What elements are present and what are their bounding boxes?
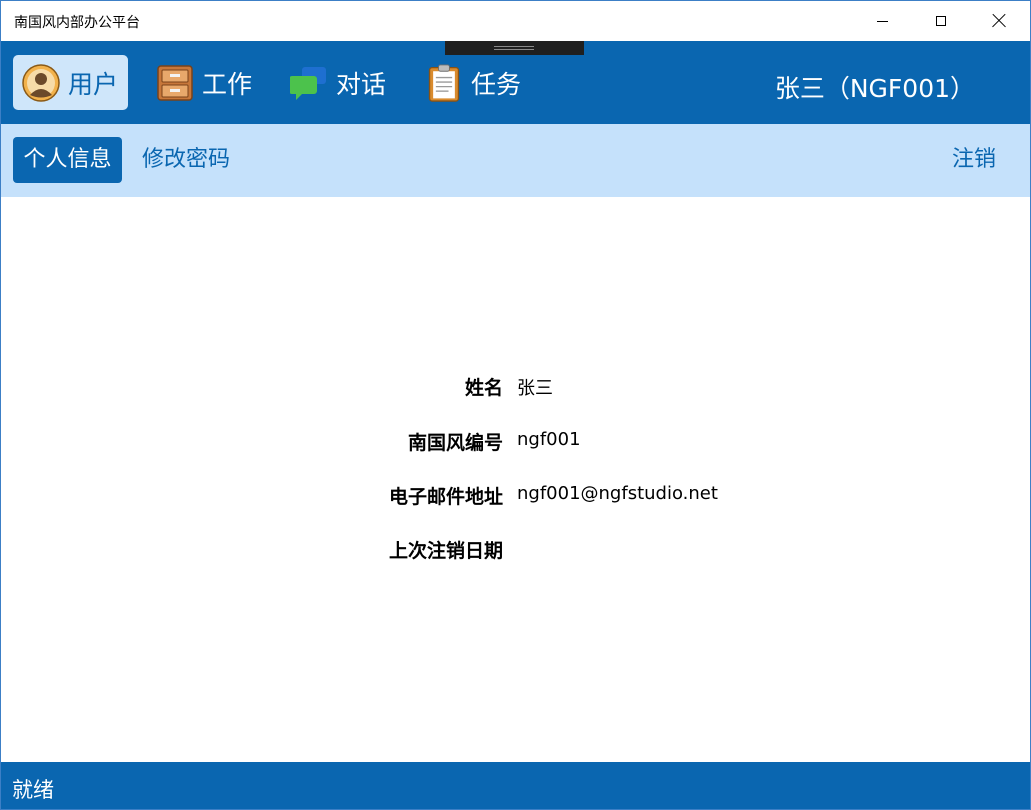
logout-link[interactable]: 注销: [952, 137, 996, 183]
field-label: 姓名: [464, 377, 503, 399]
minimize-button[interactable]: [853, 1, 911, 41]
nav-label: 工作: [202, 69, 253, 99]
current-user-label: 张三（NGF001）: [774, 74, 975, 103]
tab-change-password[interactable]: 修改密码: [142, 137, 230, 183]
status-bar: 就绪: [1, 762, 1030, 809]
cabinet-icon: [157, 64, 193, 101]
drag-handle[interactable]: [445, 41, 584, 55]
field-label: 上次注销日期: [388, 540, 503, 562]
title-bar[interactable]: 南国风内部办公平台: [1, 1, 1030, 41]
window-title: 南国风内部办公平台: [14, 15, 140, 31]
field-value: ngf001: [517, 429, 581, 450]
nav-item-task[interactable]: 任务: [425, 55, 521, 110]
tab-personal-info[interactable]: 个人信息: [13, 137, 122, 183]
nav-item-user[interactable]: 用户: [13, 55, 128, 110]
field-value: 张三: [517, 378, 553, 399]
info-row-email: 电子邮件地址 ngf001@ngfstudio.net: [1, 482, 1030, 512]
nav-label: 对话: [336, 69, 387, 99]
minimize-icon: [876, 20, 888, 22]
status-text: 就绪: [12, 778, 54, 802]
info-row-name: 姓名 张三: [1, 373, 1030, 403]
chat-bubble-icon: [290, 66, 326, 100]
info-row-last-logout: 上次注销日期: [1, 536, 1030, 566]
info-row-id: 南国风编号 ngf001: [1, 428, 1030, 458]
close-icon: [992, 14, 1006, 28]
user-avatar-icon: [22, 63, 60, 102]
profile-panel: 姓名 张三 南国风编号 ngf001 电子邮件地址 ngf001@ngfstud…: [1, 197, 1030, 762]
field-value: ngf001@ngfstudio.net: [517, 483, 718, 504]
maximize-icon: [936, 16, 946, 26]
main-navigation: 用户 工作 对话 任务 张三（NGF001）: [1, 41, 1030, 124]
close-button[interactable]: [970, 1, 1028, 41]
nav-item-work[interactable]: 工作: [156, 55, 252, 110]
nav-label: 用户: [68, 69, 119, 99]
field-label: 电子邮件地址: [388, 486, 503, 508]
sub-navigation: 个人信息 修改密码 注销: [1, 124, 1030, 197]
field-label: 南国风编号: [407, 432, 503, 454]
nav-item-chat[interactable]: 对话: [290, 55, 386, 110]
maximize-button[interactable]: [912, 1, 970, 41]
app-window: 南国风内部办公平台 用户 工作 对话 任务 张三（NGF001） 个人信息 修改…: [0, 0, 1031, 810]
grip-icon: [494, 46, 534, 50]
clipboard-icon: [428, 63, 460, 102]
nav-label: 任务: [471, 69, 522, 99]
